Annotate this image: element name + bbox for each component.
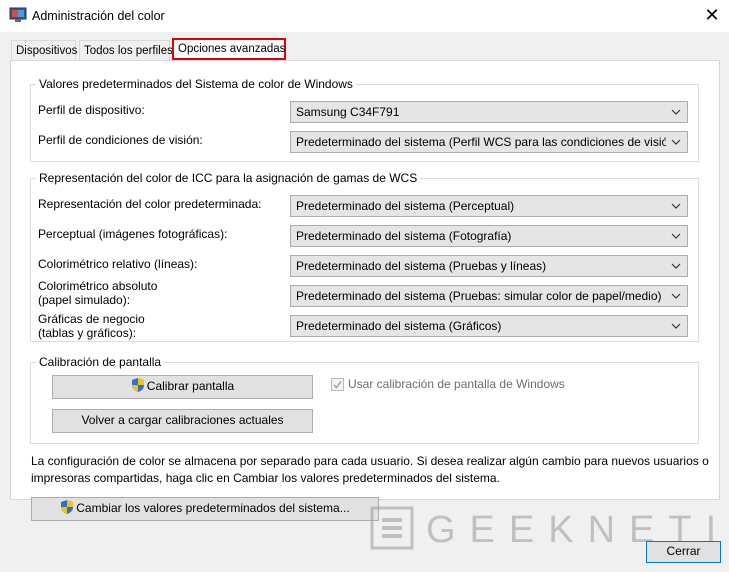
absolute-colorimetric-dropdown[interactable]: Predeterminado del sistema (Pruebas: sim…: [290, 285, 688, 307]
chevron-down-icon: [671, 203, 681, 209]
use-windows-calibration-checkbox[interactable]: [331, 378, 344, 391]
checkmark-icon: [333, 381, 342, 389]
chevron-down-icon: [671, 233, 681, 239]
uac-shield-icon: [61, 500, 74, 514]
tab-todos-los-perfiles[interactable]: Todos los perfiles: [79, 40, 173, 61]
absolute-colorimetric-label: Colorimétrico absoluto (papel simulado):: [38, 279, 157, 307]
business-graphics-label: Gráficas de negocio (tablas y gráficos):: [38, 312, 145, 340]
business-graphics-label-line1: Gráficas de negocio: [38, 312, 145, 326]
chevron-down-icon: [671, 323, 681, 329]
default-rendering-dropdown[interactable]: Predeterminado del sistema (Perceptual): [290, 195, 688, 217]
settings-note: La configuración de color se almacena po…: [31, 454, 709, 485]
absolute-colorimetric-label-line2: (papel simulado):: [38, 293, 131, 307]
close-button[interactable]: Cerrar: [646, 541, 721, 563]
relative-colorimetric-dropdown[interactable]: Predeterminado del sistema (Pruebas y lí…: [290, 255, 688, 277]
reload-calibrations-button[interactable]: Volver a cargar calibraciones actuales: [52, 409, 313, 433]
calibration-title: Calibración de pantalla: [36, 355, 165, 369]
chevron-down-icon: [671, 293, 681, 299]
device-profile-label: Perfil de dispositivo:: [38, 103, 145, 117]
device-profile-value: Samsung C34F791: [296, 105, 400, 119]
chevron-down-icon: [671, 139, 681, 145]
calibrate-display-button[interactable]: Calibrar pantalla: [52, 375, 313, 399]
perceptual-dropdown[interactable]: Predeterminado del sistema (Fotografía): [290, 225, 688, 247]
business-graphics-dropdown[interactable]: Predeterminado del sistema (Gráficos): [290, 315, 688, 337]
change-system-defaults-label: Cambiar los valores predeterminados del …: [76, 501, 350, 515]
default-rendering-label: Representación del color predeterminada:: [38, 197, 262, 211]
relative-colorimetric-label: Colorimétrico relativo (líneas):: [38, 257, 198, 271]
absolute-colorimetric-label-line1: Colorimétrico absoluto: [38, 279, 158, 293]
change-system-defaults-button[interactable]: Cambiar los valores predeterminados del …: [31, 497, 379, 521]
viewing-conditions-value: Predeterminado del sistema (Perfil WCS p…: [296, 135, 666, 149]
business-graphics-label-line2: (tablas y gráficos):: [38, 326, 137, 340]
absolute-colorimetric-value: Predeterminado del sistema (Pruebas: sim…: [296, 289, 662, 303]
default-rendering-value: Predeterminado del sistema (Perceptual): [296, 199, 515, 213]
chevron-down-icon: [671, 109, 681, 115]
viewing-conditions-label: Perfil de condiciones de visión:: [38, 133, 203, 147]
color-management-app-icon: [9, 7, 27, 22]
device-profile-dropdown[interactable]: Samsung C34F791: [290, 101, 688, 123]
relative-colorimetric-value: Predeterminado del sistema (Pruebas y lí…: [296, 259, 547, 273]
uac-shield-icon: [131, 378, 144, 392]
use-windows-calibration-label: Usar calibración de pantalla de Windows: [348, 377, 565, 391]
window-title: Administración del color: [32, 9, 165, 23]
tab-opciones-avanzadas[interactable]: Opciones avanzadas: [172, 38, 286, 60]
wcs-defaults-title: Valores predeterminados del Sistema de c…: [36, 77, 356, 91]
viewing-conditions-dropdown[interactable]: Predeterminado del sistema (Perfil WCS p…: [290, 131, 688, 153]
chevron-down-icon: [671, 263, 681, 269]
perceptual-value: Predeterminado del sistema (Fotografía): [296, 229, 512, 243]
calibrate-display-label: Calibrar pantalla: [146, 379, 235, 393]
tab-dispositivos[interactable]: Dispositivos: [11, 40, 77, 61]
close-icon[interactable]: ✕: [703, 5, 721, 25]
icc-rendering-title: Representación del color de ICC para la …: [36, 171, 421, 185]
perceptual-label: Perceptual (imágenes fotográficas):: [38, 227, 228, 241]
business-graphics-value: Predeterminado del sistema (Gráficos): [296, 319, 502, 333]
